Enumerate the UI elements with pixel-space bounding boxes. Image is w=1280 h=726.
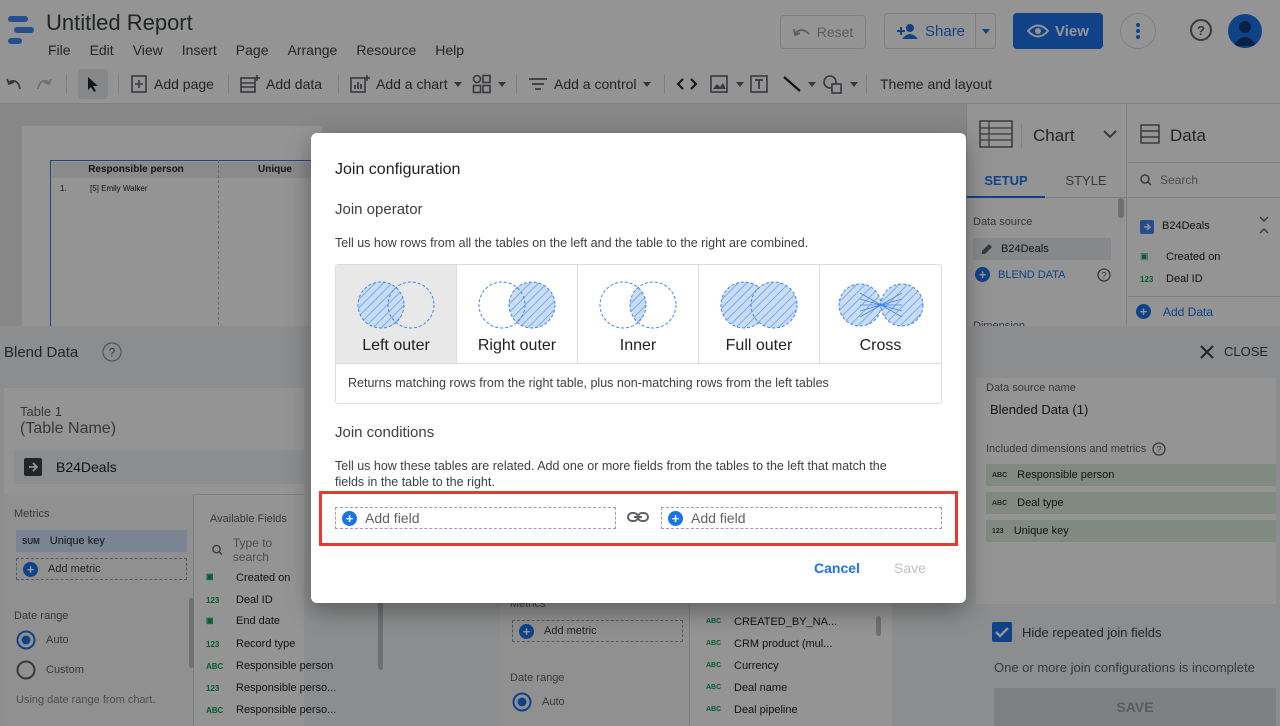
left-outer-join-icon	[357, 281, 435, 329]
join-option-label: Cross	[859, 337, 902, 354]
join-option-label: Right outer	[477, 337, 557, 354]
join-option-full-outer[interactable]: Full outer	[699, 265, 820, 363]
join-option-left-outer[interactable]: Left outer	[336, 265, 457, 363]
join-conditions-description-line-1: Tell us how these tables are related. Ad…	[335, 459, 887, 473]
join-option-label: Full outer	[725, 337, 793, 354]
join-operator-description: Tell us how rows from all the tables on …	[335, 236, 809, 250]
join-conditions-heading: Join conditions	[335, 424, 435, 441]
join-option-label: Inner	[619, 337, 657, 354]
save-button[interactable]: Save	[894, 560, 926, 576]
right-outer-join-icon	[478, 281, 556, 329]
dialog-title: Join configuration	[335, 161, 461, 178]
full-outer-join-icon	[720, 281, 798, 329]
cancel-button[interactable]: Cancel	[814, 560, 860, 576]
join-option-right-outer[interactable]: Right outer	[457, 265, 578, 363]
join-operator-options: Left outer Right outer Inner Full outer …	[335, 264, 942, 404]
highlight-box	[319, 491, 958, 546]
join-option-cross[interactable]: Cross	[820, 265, 941, 363]
cross-join-icon	[838, 283, 923, 327]
join-option-inner[interactable]: Inner	[578, 265, 699, 363]
join-option-description: Returns matching rows from the right tab…	[336, 363, 941, 403]
join-conditions-description-line-2: fields in the table to the right.	[335, 475, 495, 489]
join-operator-heading: Join operator	[335, 201, 423, 218]
inner-join-icon	[599, 281, 677, 329]
join-option-label: Left outer	[362, 337, 430, 354]
